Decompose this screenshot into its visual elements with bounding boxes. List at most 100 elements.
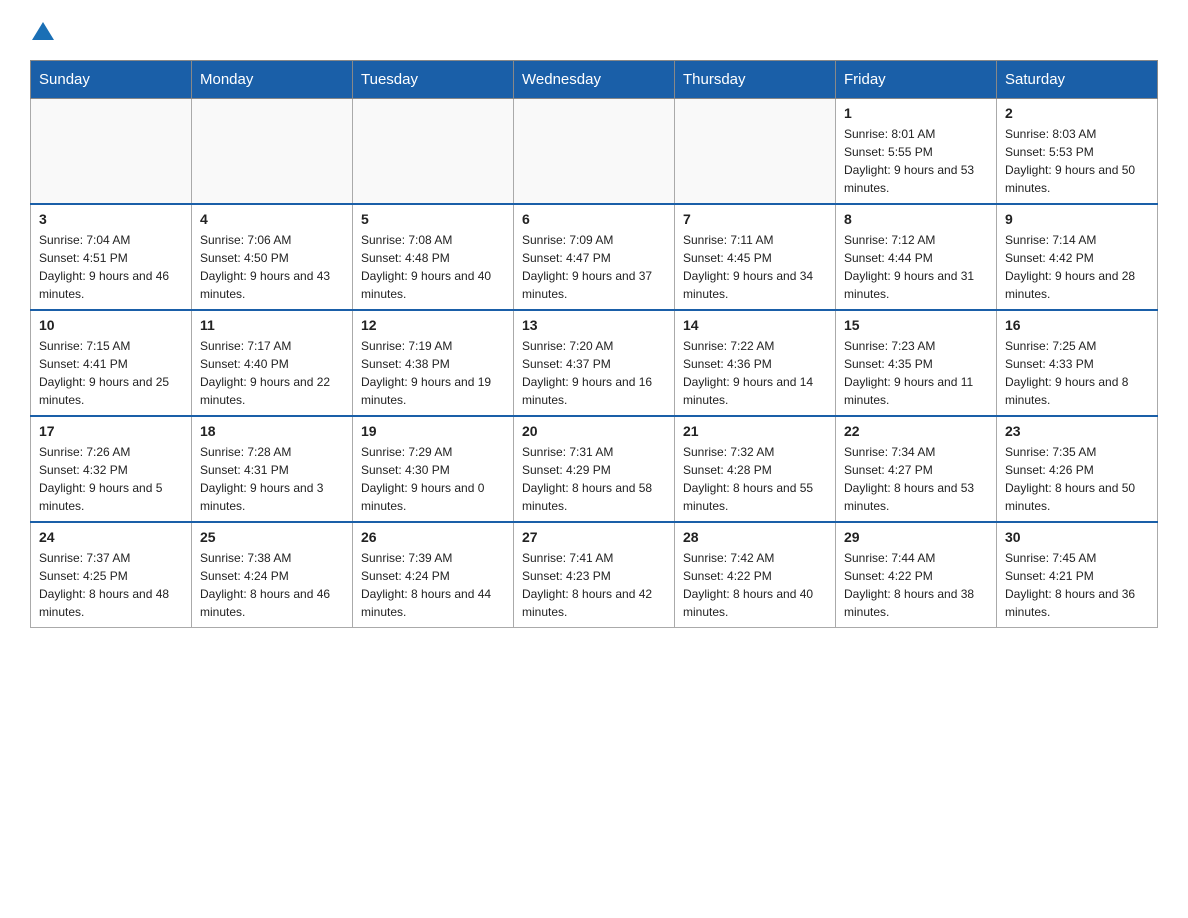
calendar-header-friday: Friday <box>836 61 997 99</box>
calendar-header-monday: Monday <box>192 61 353 99</box>
calendar-day <box>31 99 192 205</box>
day-info: Sunrise: 7:17 AMSunset: 4:40 PMDaylight:… <box>200 337 344 409</box>
day-number: 20 <box>522 423 666 439</box>
day-number: 23 <box>1005 423 1149 439</box>
day-info: Sunrise: 7:11 AMSunset: 4:45 PMDaylight:… <box>683 231 827 303</box>
day-number: 5 <box>361 211 505 227</box>
day-number: 4 <box>200 211 344 227</box>
calendar-week-row: 17 Sunrise: 7:26 AMSunset: 4:32 PMDayligh… <box>31 416 1158 522</box>
calendar-day: 17 Sunrise: 7:26 AMSunset: 4:32 PMDayligh… <box>31 416 192 522</box>
day-number: 2 <box>1005 105 1149 121</box>
day-number: 7 <box>683 211 827 227</box>
calendar-day: 28 Sunrise: 7:42 AMSunset: 4:22 PMDayligh… <box>675 522 836 628</box>
day-number: 16 <box>1005 317 1149 333</box>
day-number: 6 <box>522 211 666 227</box>
day-info: Sunrise: 7:44 AMSunset: 4:22 PMDaylight:… <box>844 549 988 621</box>
calendar-day: 15Sunrise: 7:23 AMSunset: 4:35 PMDayligh… <box>836 310 997 416</box>
calendar-day: 2 Sunrise: 8:03 AMSunset: 5:53 PMDaylight… <box>997 99 1158 205</box>
calendar-week-row: 1 Sunrise: 8:01 AMSunset: 5:55 PMDaylight… <box>31 99 1158 205</box>
day-number: 12 <box>361 317 505 333</box>
calendar-day: 5 Sunrise: 7:08 AMSunset: 4:48 PMDaylight… <box>353 204 514 310</box>
calendar-header-tuesday: Tuesday <box>353 61 514 99</box>
calendar-header-sunday: Sunday <box>31 61 192 99</box>
day-info: Sunrise: 7:06 AMSunset: 4:50 PMDaylight:… <box>200 231 344 303</box>
calendar-day <box>192 99 353 205</box>
day-number: 25 <box>200 529 344 545</box>
calendar-day: 1 Sunrise: 8:01 AMSunset: 5:55 PMDaylight… <box>836 99 997 205</box>
calendar-day: 10 Sunrise: 7:15 AMSunset: 4:41 PMDayligh… <box>31 310 192 416</box>
page-header <box>30 20 1158 40</box>
day-info: Sunrise: 7:14 AMSunset: 4:42 PMDaylight:… <box>1005 231 1149 303</box>
calendar-header-saturday: Saturday <box>997 61 1158 99</box>
calendar-day: 27 Sunrise: 7:41 AMSunset: 4:23 PMDayligh… <box>514 522 675 628</box>
day-number: 27 <box>522 529 666 545</box>
calendar-day: 3 Sunrise: 7:04 AMSunset: 4:51 PMDaylight… <box>31 204 192 310</box>
calendar-day: 24Sunrise: 7:37 AMSunset: 4:25 PMDayligh… <box>31 522 192 628</box>
calendar-day: 19 Sunrise: 7:29 AMSunset: 4:30 PMDayligh… <box>353 416 514 522</box>
day-info: Sunrise: 8:01 AMSunset: 5:55 PMDaylight:… <box>844 125 988 197</box>
logo-icon <box>32 18 54 40</box>
day-info: Sunrise: 7:29 AMSunset: 4:30 PMDaylight:… <box>361 443 505 515</box>
day-info: Sunrise: 7:09 AMSunset: 4:47 PMDaylight:… <box>522 231 666 303</box>
day-info: Sunrise: 8:03 AMSunset: 5:53 PMDaylight:… <box>1005 125 1149 197</box>
day-number: 29 <box>844 529 988 545</box>
calendar-day: 30 Sunrise: 7:45 AMSunset: 4:21 PMDayligh… <box>997 522 1158 628</box>
day-number: 3 <box>39 211 183 227</box>
day-info: Sunrise: 7:38 AMSunset: 4:24 PMDaylight:… <box>200 549 344 621</box>
day-info: Sunrise: 7:04 AMSunset: 4:51 PMDaylight:… <box>39 231 183 303</box>
day-info: Sunrise: 7:12 AMSunset: 4:44 PMDaylight:… <box>844 231 988 303</box>
day-info: Sunrise: 7:20 AMSunset: 4:37 PMDaylight:… <box>522 337 666 409</box>
day-number: 17 <box>39 423 183 439</box>
day-info: Sunrise: 7:25 AMSunset: 4:33 PMDaylight:… <box>1005 337 1149 409</box>
day-info: Sunrise: 7:08 AMSunset: 4:48 PMDaylight:… <box>361 231 505 303</box>
logo <box>30 20 54 40</box>
day-info: Sunrise: 7:42 AMSunset: 4:22 PMDaylight:… <box>683 549 827 621</box>
day-info: Sunrise: 7:15 AMSunset: 4:41 PMDaylight:… <box>39 337 183 409</box>
day-info: Sunrise: 7:35 AMSunset: 4:26 PMDaylight:… <box>1005 443 1149 515</box>
calendar-day: 18 Sunrise: 7:28 AMSunset: 4:31 PMDayligh… <box>192 416 353 522</box>
day-number: 11 <box>200 317 344 333</box>
day-info: Sunrise: 7:19 AMSunset: 4:38 PMDaylight:… <box>361 337 505 409</box>
day-info: Sunrise: 7:28 AMSunset: 4:31 PMDaylight:… <box>200 443 344 515</box>
calendar-day: 9 Sunrise: 7:14 AMSunset: 4:42 PMDaylight… <box>997 204 1158 310</box>
calendar-day: 4 Sunrise: 7:06 AMSunset: 4:50 PMDaylight… <box>192 204 353 310</box>
day-info: Sunrise: 7:32 AMSunset: 4:28 PMDaylight:… <box>683 443 827 515</box>
calendar-day: 16 Sunrise: 7:25 AMSunset: 4:33 PMDayligh… <box>997 310 1158 416</box>
day-number: 10 <box>39 317 183 333</box>
calendar-day: 25 Sunrise: 7:38 AMSunset: 4:24 PMDayligh… <box>192 522 353 628</box>
day-number: 15 <box>844 317 988 333</box>
calendar-day <box>675 99 836 205</box>
day-number: 21 <box>683 423 827 439</box>
calendar-header-wednesday: Wednesday <box>514 61 675 99</box>
day-info: Sunrise: 7:39 AMSunset: 4:24 PMDaylight:… <box>361 549 505 621</box>
day-number: 9 <box>1005 211 1149 227</box>
day-number: 1 <box>844 105 988 121</box>
day-number: 30 <box>1005 529 1149 545</box>
day-number: 22 <box>844 423 988 439</box>
calendar-day: 23 Sunrise: 7:35 AMSunset: 4:26 PMDayligh… <box>997 416 1158 522</box>
day-number: 19 <box>361 423 505 439</box>
day-info: Sunrise: 7:45 AMSunset: 4:21 PMDaylight:… <box>1005 549 1149 621</box>
day-info: Sunrise: 7:37 AMSunset: 4:25 PMDaylight:… <box>39 549 183 621</box>
calendar-week-row: 3 Sunrise: 7:04 AMSunset: 4:51 PMDaylight… <box>31 204 1158 310</box>
day-info: Sunrise: 7:41 AMSunset: 4:23 PMDaylight:… <box>522 549 666 621</box>
day-info: Sunrise: 7:22 AMSunset: 4:36 PMDaylight:… <box>683 337 827 409</box>
day-number: 18 <box>200 423 344 439</box>
calendar-day: 14Sunrise: 7:22 AMSunset: 4:36 PMDayligh… <box>675 310 836 416</box>
day-info: Sunrise: 7:26 AMSunset: 4:32 PMDaylight:… <box>39 443 183 515</box>
calendar-day: 29 Sunrise: 7:44 AMSunset: 4:22 PMDayligh… <box>836 522 997 628</box>
calendar-table: SundayMondayTuesdayWednesdayThursdayFrid… <box>30 60 1158 628</box>
calendar-day: 13 Sunrise: 7:20 AMSunset: 4:37 PMDayligh… <box>514 310 675 416</box>
calendar-day: 12 Sunrise: 7:19 AMSunset: 4:38 PMDayligh… <box>353 310 514 416</box>
calendar-day: 6 Sunrise: 7:09 AMSunset: 4:47 PMDaylight… <box>514 204 675 310</box>
calendar-day: 20Sunrise: 7:31 AMSunset: 4:29 PMDayligh… <box>514 416 675 522</box>
day-number: 26 <box>361 529 505 545</box>
calendar-day: 22Sunrise: 7:34 AMSunset: 4:27 PMDayligh… <box>836 416 997 522</box>
calendar-header-thursday: Thursday <box>675 61 836 99</box>
calendar-day <box>353 99 514 205</box>
calendar-day: 21 Sunrise: 7:32 AMSunset: 4:28 PMDayligh… <box>675 416 836 522</box>
day-number: 28 <box>683 529 827 545</box>
day-number: 13 <box>522 317 666 333</box>
calendar-day: 7 Sunrise: 7:11 AMSunset: 4:45 PMDaylight… <box>675 204 836 310</box>
calendar-day: 11 Sunrise: 7:17 AMSunset: 4:40 PMDayligh… <box>192 310 353 416</box>
